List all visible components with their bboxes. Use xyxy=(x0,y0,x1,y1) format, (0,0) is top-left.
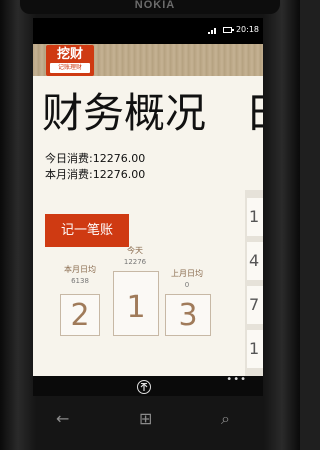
app-logo: 挖财 记账理财 xyxy=(46,45,94,76)
side-cell[interactable]: 1 xyxy=(247,198,263,236)
side-cell[interactable]: 7 xyxy=(247,286,263,324)
stat-value-last-month-avg: 0 xyxy=(184,281,190,289)
side-cell[interactable]: 4 xyxy=(247,242,263,280)
stat-label-month-avg: 本月日均 xyxy=(64,265,96,274)
signal-icon xyxy=(208,28,216,34)
logo-main-text: 挖财 xyxy=(56,47,83,62)
hardware-buttons: ← ⊞ ⌕ xyxy=(0,404,300,434)
stat-box-today: 1 xyxy=(113,271,159,336)
status-time: 20:18 xyxy=(235,25,259,34)
search-icon[interactable]: ⌕ xyxy=(221,410,230,428)
windows-start-icon[interactable]: ⊞ xyxy=(139,410,152,428)
stat-value-month-avg: 6138 xyxy=(71,277,89,285)
stat-label-last-month-avg: 上月日均 xyxy=(171,269,203,278)
stat-value-today: 12276 xyxy=(123,258,147,266)
logo-sub-text: 记账理财 xyxy=(50,63,90,73)
stat-box-month-avg: 2 xyxy=(60,294,100,336)
battery-icon xyxy=(223,27,234,33)
phone-frame: NOKIA 20:18 挖财 记账理财 财务概况 日 今日消费:12276.00… xyxy=(0,0,300,450)
page-title: 财务概况 xyxy=(42,89,206,137)
stat-label-today: 今天 xyxy=(127,246,143,255)
next-page-title-peek[interactable]: 日 xyxy=(245,88,263,138)
device-brand: NOKIA xyxy=(134,0,176,11)
app-screen: 挖财 记账理财 财务概况 日 今日消费:12276.00 本月消费:12276.… xyxy=(33,44,263,376)
application-bar: ••• xyxy=(33,375,263,396)
status-bar: 20:18 xyxy=(33,18,263,44)
add-record-button[interactable]: 记一笔账 xyxy=(45,214,129,247)
stat-box-last-month-avg: 3 xyxy=(165,294,211,336)
side-cell[interactable]: 1 xyxy=(247,330,263,368)
today-expense: 今日消费:12276.00 xyxy=(45,152,146,165)
more-menu-button[interactable]: ••• xyxy=(226,375,247,385)
back-icon[interactable]: ← xyxy=(56,410,69,428)
pin-icon[interactable] xyxy=(137,380,151,394)
app-header: 挖财 记账理财 xyxy=(33,44,263,76)
screen: 20:18 挖财 记账理财 财务概况 日 今日消费:12276.00 本月消费:… xyxy=(33,18,263,396)
month-expense: 本月消费:12276.00 xyxy=(45,168,146,181)
